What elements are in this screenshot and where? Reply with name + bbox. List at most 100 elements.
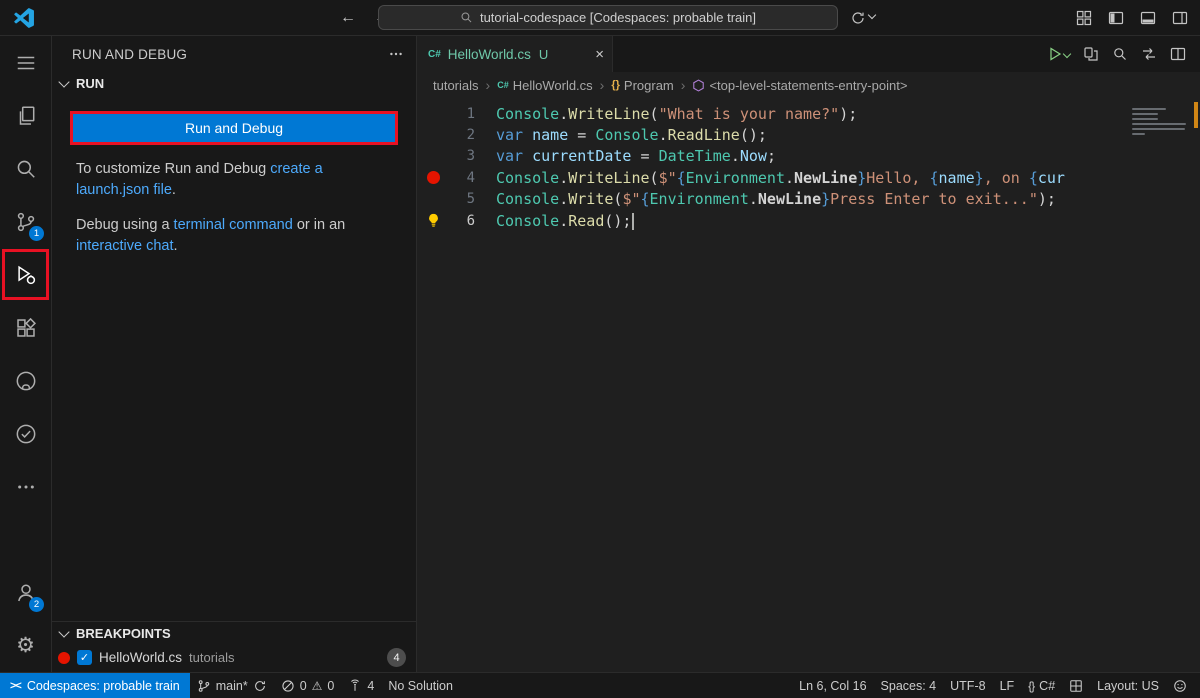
error-count: 0 <box>300 679 307 693</box>
gutter-glyph-margin[interactable] <box>417 213 449 228</box>
toggle-panel-icon[interactable] <box>1140 10 1156 26</box>
menu-icon <box>15 52 37 74</box>
interactive-chat-link[interactable]: interactive chat <box>76 238 174 254</box>
breakpoint-icon[interactable] <box>427 171 440 184</box>
line-number[interactable]: 5 <box>449 191 475 207</box>
run-or-debug-button[interactable] <box>1047 46 1070 62</box>
code-token: name <box>532 126 568 144</box>
menu-button[interactable] <box>0 36 51 89</box>
accounts-button[interactable]: 2 <box>0 566 51 619</box>
code-token: { <box>641 190 650 208</box>
breakpoint-enabled-checkbox[interactable]: ✓ <box>77 650 92 665</box>
cursor-position-status[interactable]: Ln 6, Col 16 <box>792 673 873 698</box>
keyboard-layout-status[interactable]: Layout: US <box>1090 673 1166 698</box>
breadcrumb-item[interactable]: {}Program <box>611 78 673 93</box>
editor-layout-status[interactable] <box>1062 673 1090 698</box>
code-token: Console <box>496 212 559 230</box>
additional-views-button[interactable] <box>0 460 51 513</box>
tutorial-highlight-box: Run and Debug <box>70 111 398 145</box>
code-line[interactable]: 1Console.WriteLine("What is your name?")… <box>417 103 1200 124</box>
git-branch-icon <box>197 679 211 693</box>
run-section-label: RUN <box>76 76 104 91</box>
code-token: var <box>496 147 523 165</box>
minimap[interactable] <box>1128 98 1192 672</box>
session-refresh-dropdown[interactable] <box>850 10 875 26</box>
code-line-text: Console.WriteLine($"{Environment.NewLine… <box>496 169 1065 187</box>
code-line[interactable]: 4 Console.WriteLine($"{Environment.NewLin… <box>417 167 1200 188</box>
toggle-primary-sidebar-icon[interactable] <box>1108 10 1124 26</box>
views-more-actions-icon[interactable] <box>388 46 404 62</box>
minimap-line <box>1132 113 1158 115</box>
encoding-status[interactable]: UTF-8 <box>943 673 992 698</box>
customize-hint-text: To customize Run and Debug create a laun… <box>76 159 400 201</box>
remote-label: Codespaces: probable train <box>27 679 180 693</box>
settings-button[interactable]: ⚙ <box>0 619 51 672</box>
toggle-secondary-sidebar-icon[interactable] <box>1172 10 1188 26</box>
debug-hint-text: Debug using a terminal command or in an … <box>76 215 400 257</box>
feedback-button[interactable] <box>1166 673 1194 698</box>
code-line[interactable]: 3var currentDate = DateTime.Now; <box>417 146 1200 167</box>
breadcrumb-item[interactable]: tutorials <box>433 78 479 93</box>
sidebar-item-github[interactable] <box>0 354 51 407</box>
sidebar-item-run-and-debug[interactable] <box>0 248 51 301</box>
run-and-debug-button[interactable]: Run and Debug <box>73 114 395 142</box>
title-bar: ← → tutorial-codespace [Codespaces: prob… <box>0 0 1200 36</box>
line-number[interactable]: 4 <box>449 170 475 186</box>
line-number[interactable]: 1 <box>449 106 475 122</box>
back-button[interactable]: ← <box>340 9 356 27</box>
line-number[interactable]: 2 <box>449 127 475 143</box>
command-center-text: tutorial-codespace [Codespaces: probable… <box>480 10 756 25</box>
code-line[interactable]: 6 Console.Read(); <box>417 210 1200 231</box>
github-icon <box>15 370 37 392</box>
line-number[interactable]: 3 <box>449 148 475 164</box>
lightbulb-icon[interactable] <box>426 213 441 228</box>
code-token: ( <box>650 105 659 123</box>
eol-status[interactable]: LF <box>993 673 1022 698</box>
code-token: } <box>975 169 984 187</box>
sidebar-item-source-control[interactable]: 1 <box>0 195 51 248</box>
code-line[interactable]: 2var name = Console.ReadLine(); <box>417 124 1200 145</box>
breakpoints-section-header[interactable]: BREAKPOINTS <box>52 622 416 645</box>
breadcrumb-separator: › <box>681 77 686 93</box>
customize-layout-icon[interactable] <box>1076 10 1092 26</box>
close-icon[interactable]: × <box>595 46 604 63</box>
sidebar-item-testing[interactable] <box>0 407 51 460</box>
breadcrumb-item[interactable]: C#HelloWorld.cs <box>497 78 592 93</box>
text-cursor <box>632 213 634 230</box>
run-section-header[interactable]: RUN <box>52 72 416 95</box>
command-center-search[interactable]: tutorial-codespace [Codespaces: probable… <box>378 5 838 30</box>
ports-status[interactable]: 4 <box>341 673 381 698</box>
csharp-file-icon: C# <box>427 48 442 61</box>
code-line[interactable]: 5Console.Write($"{Environment.NewLine}Pr… <box>417 189 1200 210</box>
indentation-status[interactable]: Spaces: 4 <box>874 673 944 698</box>
tab-helloworld-cs[interactable]: C# HelloWorld.cs U × <box>417 36 613 72</box>
remote-icon: >< <box>10 680 21 692</box>
gutter-glyph-margin[interactable] <box>417 171 449 184</box>
code-token: NewLine <box>794 169 857 187</box>
terminal-command-link[interactable]: terminal command <box>174 217 293 233</box>
code-editor[interactable]: 1Console.WriteLine("What is your name?")… <box>417 98 1200 672</box>
problems-status[interactable]: 0 ⚠ 0 <box>274 673 342 698</box>
line-number[interactable]: 6 <box>449 213 475 229</box>
breakpoint-list-item[interactable]: ✓ HelloWorld.cs tutorials 4 <box>52 645 416 672</box>
compare-changes-icon[interactable] <box>1141 46 1157 62</box>
code-token: NewLine <box>758 190 821 208</box>
breadcrumb-item-label: HelloWorld.cs <box>513 78 593 93</box>
minimap-line <box>1132 133 1145 135</box>
open-changes-icon[interactable] <box>1083 46 1099 62</box>
branch-status[interactable]: main* <box>190 673 274 698</box>
code-token: WriteLine <box>568 169 649 187</box>
code-line-text: Console.Read(); <box>496 212 634 230</box>
search-editor-icon[interactable] <box>1112 46 1128 62</box>
sidebar-item-extensions[interactable] <box>0 301 51 354</box>
remote-indicator[interactable]: >< Codespaces: probable train <box>0 673 190 698</box>
code-token: DateTime <box>659 147 731 165</box>
sidebar-item-explorer[interactable] <box>0 89 51 142</box>
solution-status[interactable]: No Solution <box>381 673 460 698</box>
split-editor-icon[interactable] <box>1170 46 1186 62</box>
overview-ruler[interactable] <box>1192 98 1200 672</box>
breadcrumb-item[interactable]: <top-level-statements-entry-point> <box>692 78 907 93</box>
sidebar-item-search[interactable] <box>0 142 51 195</box>
code-token: Read <box>568 212 604 230</box>
language-mode-status[interactable]: {} C# <box>1021 673 1062 698</box>
